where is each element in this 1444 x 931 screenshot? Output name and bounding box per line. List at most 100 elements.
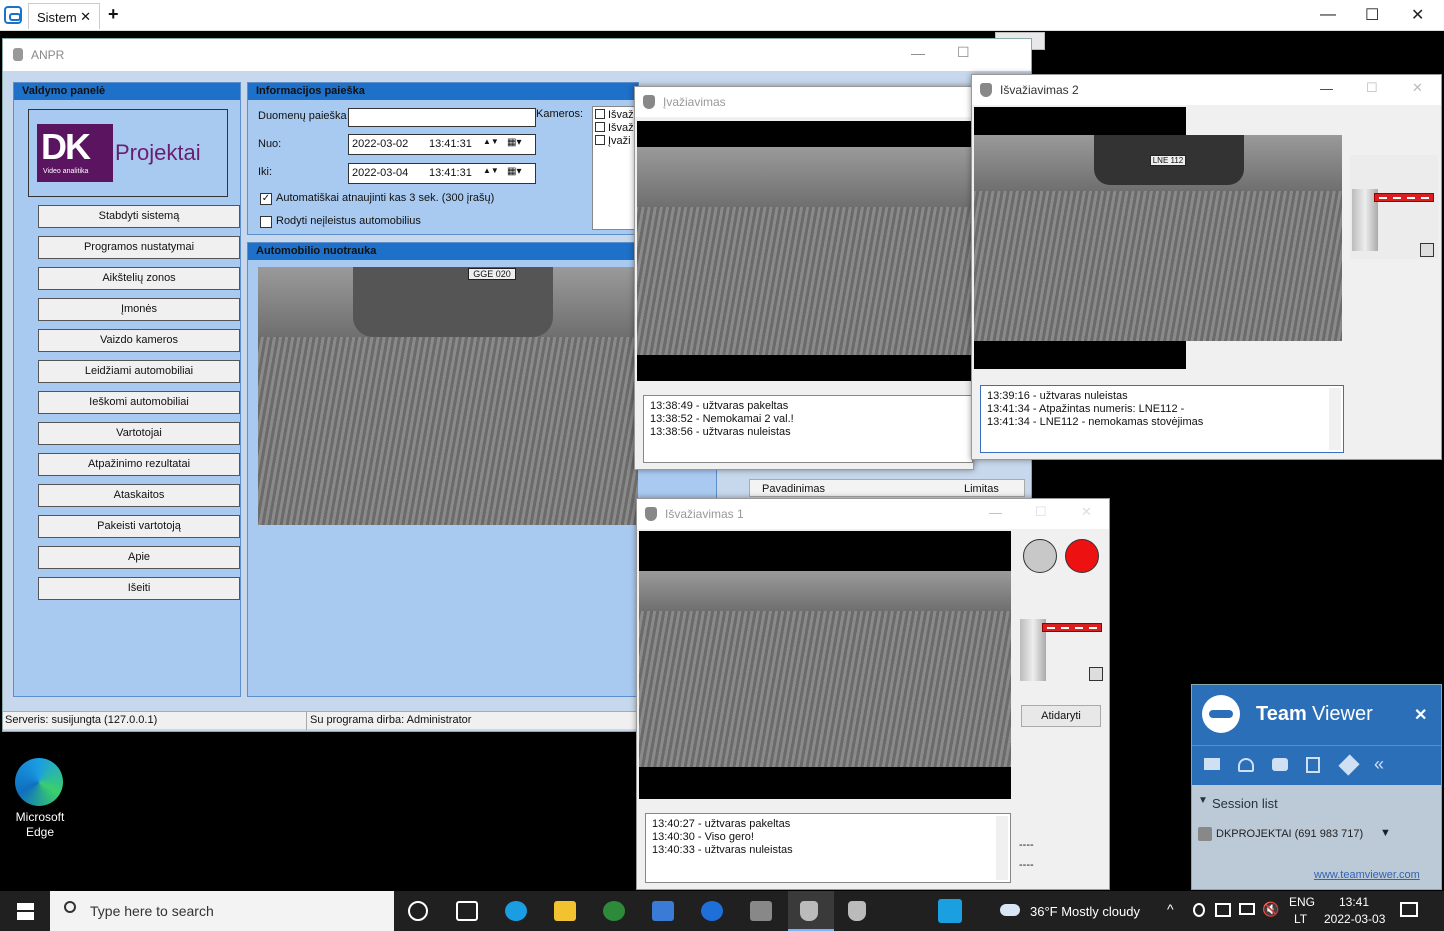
exit2-log[interactable]: 13:39:16 - užtvaras nuleistas 13:41:34 -… xyxy=(980,385,1344,453)
tools-icon[interactable] xyxy=(1338,754,1360,776)
video-icon[interactable] xyxy=(1204,758,1220,770)
hs-app-icon[interactable] xyxy=(603,901,625,921)
open-barrier-button[interactable]: Atidaryti xyxy=(1021,705,1101,727)
exit2-minimize-button[interactable]: — xyxy=(1320,81,1333,96)
log-line: 13:41:34 - Atpažintas numeris: LNE112 - xyxy=(987,403,1185,415)
logo-name: Projektai xyxy=(115,140,201,165)
log-scrollbar[interactable] xyxy=(996,816,1008,880)
from-date: 2022-03-02 xyxy=(352,138,409,150)
clock-date[interactable]: 2022-03-03 xyxy=(1324,912,1385,926)
headset-icon[interactable] xyxy=(1238,758,1254,772)
internet-explorer-icon[interactable] xyxy=(701,901,723,921)
anpr-minimize-button[interactable]: — xyxy=(911,45,925,61)
volume-muted-icon[interactable]: 🔇 xyxy=(1262,901,1279,918)
entry-title: Įvažiavimas xyxy=(663,95,726,109)
entry-log: 13:38:49 - užtvaras pakeltas 13:38:52 - … xyxy=(643,395,973,463)
chat-icon[interactable] xyxy=(1272,758,1288,771)
nav-button[interactable]: Įmonės xyxy=(38,298,240,321)
minimize-button[interactable]: — xyxy=(1320,6,1336,24)
l-app-icon[interactable] xyxy=(938,899,962,923)
nav-button[interactable]: Ieškomi automobiliai xyxy=(38,391,240,414)
teamviewer-link[interactable]: www.teamviewer.com xyxy=(1314,869,1420,881)
nav-button[interactable]: Vartotojai xyxy=(38,422,240,445)
exit2-status-square[interactable] xyxy=(1420,243,1434,257)
logo-sub: Video analitika xyxy=(43,168,89,175)
file-icon[interactable] xyxy=(1306,757,1320,773)
new-tab-button[interactable]: + xyxy=(108,4,119,25)
camera-list-item[interactable]: Išvaž xyxy=(595,122,634,134)
nav-button[interactable]: Ataskaitos xyxy=(38,484,240,507)
from-calendar-icon[interactable]: ▦▾ xyxy=(507,137,521,148)
to-calendar-icon[interactable]: ▦▾ xyxy=(507,166,521,177)
camera-list[interactable]: Išvaž Išvaž Įvaži xyxy=(592,106,640,230)
show-unauthorized-checkbox[interactable] xyxy=(260,216,272,228)
nav-button[interactable]: Pakeisti vartotoją xyxy=(38,515,240,538)
camera-checkbox[interactable] xyxy=(595,109,605,119)
log-scrollbar[interactable] xyxy=(1329,388,1341,450)
camera-list-item[interactable]: Išvaž xyxy=(595,109,634,121)
anpr-app-icon-2[interactable] xyxy=(848,901,866,921)
tab-close-icon[interactable]: ✕ xyxy=(80,9,91,25)
clock-time[interactable]: 13:41 xyxy=(1339,895,1369,909)
edge-desktop-shortcut[interactable]: Microsoft Edge xyxy=(10,758,70,844)
collapse-icon[interactable]: « xyxy=(1374,754,1384,775)
nav-button[interactable]: Vaizdo kameros xyxy=(38,329,240,352)
session-expand-icon[interactable]: ▼ xyxy=(1198,795,1208,806)
to-datetime-input[interactable]: 2022-03-04 13:41:31 ▲▼ ▦▾ xyxy=(348,163,536,184)
session-dropdown-icon[interactable]: ▼ xyxy=(1380,827,1391,839)
file-explorer-icon[interactable] xyxy=(554,901,576,921)
exit1-log[interactable]: 13:40:27 - užtvaras pakeltas 13:40:30 - … xyxy=(645,813,1011,883)
cortana-icon[interactable] xyxy=(408,901,428,921)
to-spinner-icon[interactable]: ▲▼ xyxy=(483,166,499,175)
taskbar: Type here to search 36°F Mostly cloudy ^… xyxy=(0,891,1444,931)
exit1-status-square[interactable] xyxy=(1089,667,1103,681)
exit2-maximize-button[interactable]: ☐ xyxy=(1366,80,1378,96)
teamviewer-close-button[interactable]: ✕ xyxy=(1414,705,1427,725)
start-windows-icon[interactable] xyxy=(17,903,34,920)
nav-button[interactable]: Apie xyxy=(38,546,240,569)
network-icon[interactable] xyxy=(1239,903,1255,915)
from-datetime-input[interactable]: 2022-03-02 13:41:31 ▲▼ ▦▾ xyxy=(348,134,536,155)
keyboard-layout[interactable]: LT xyxy=(1294,912,1307,926)
close-button[interactable]: ✕ xyxy=(1411,5,1424,25)
nav-button[interactable]: Atpažinimo rezultatai xyxy=(38,453,240,476)
maximize-button[interactable]: ☐ xyxy=(1365,5,1379,25)
task-view-icon[interactable] xyxy=(456,901,478,921)
plate-label: GGE 020 xyxy=(468,268,516,280)
window-title: ANPR xyxy=(31,48,65,62)
nav-button[interactable]: Aikštelių zonos xyxy=(38,267,240,290)
app-icon-blue[interactable] xyxy=(652,901,674,921)
notifications-icon[interactable] xyxy=(1400,902,1418,917)
session-item[interactable]: DKPROJEKTAI (691 983 717) xyxy=(1216,828,1363,840)
camera-checkbox[interactable] xyxy=(595,135,605,145)
anpr-maximize-button[interactable]: ☐ xyxy=(957,44,970,61)
tab-label: Sistem xyxy=(37,10,77,25)
auto-refresh-checkbox[interactable]: ✓ xyxy=(260,193,272,205)
weather-text[interactable]: 36°F Mostly cloudy xyxy=(1030,904,1140,919)
tab-sistem[interactable]: Sistem ✕ xyxy=(28,3,100,29)
exit1-close-button[interactable]: ✕ xyxy=(1081,504,1092,520)
to-date: 2022-03-04 xyxy=(352,167,409,179)
tray-app-icon[interactable] xyxy=(1193,903,1205,917)
from-spinner-icon[interactable]: ▲▼ xyxy=(483,137,499,146)
taskbar-search[interactable]: Type here to search xyxy=(50,891,394,931)
nav-button[interactable]: Programos nustatymai xyxy=(38,236,240,259)
data-search-input[interactable] xyxy=(348,108,536,127)
camera-checkbox[interactable] xyxy=(595,122,605,132)
tray-display-icon[interactable] xyxy=(1215,903,1231,917)
nav-button[interactable]: Leidžiami automobiliai xyxy=(38,360,240,383)
log-line: 13:40:33 - užtvaras nuleistas xyxy=(652,844,793,856)
exit1-minimize-button[interactable]: — xyxy=(989,505,1002,520)
nav-button[interactable]: Išeiti xyxy=(38,577,240,600)
edge-taskbar-icon[interactable] xyxy=(505,901,527,921)
entry-window: Įvažiavimas 13:38:49 - užtvaras pakeltas… xyxy=(634,86,975,470)
exit1-maximize-button[interactable]: ☐ xyxy=(1035,504,1047,520)
language-code[interactable]: ENG xyxy=(1289,895,1315,909)
tray-chevron-icon[interactable]: ^ xyxy=(1167,901,1174,917)
exit2-titlebar: Išvažiavimas 2 — ☐ ✕ xyxy=(972,75,1441,105)
nav-button[interactable]: Stabdyti sistemą xyxy=(38,205,240,228)
monitor-app-icon[interactable] xyxy=(750,901,772,921)
search-icon xyxy=(64,901,76,913)
exit2-close-button[interactable]: ✕ xyxy=(1412,80,1423,96)
camera-list-item[interactable]: Įvaži xyxy=(595,135,631,147)
